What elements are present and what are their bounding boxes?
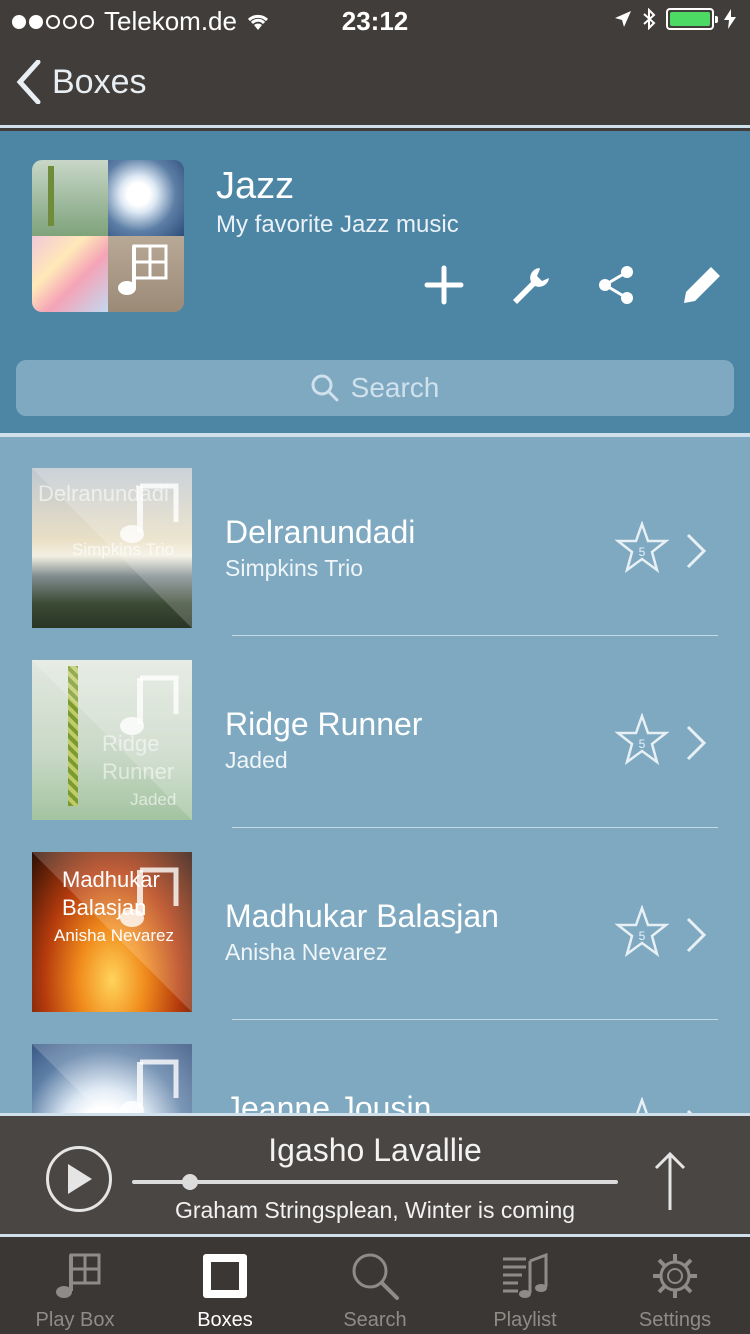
search-icon bbox=[311, 374, 339, 402]
back-button[interactable]: Boxes bbox=[16, 60, 147, 104]
charging-bolt-icon bbox=[724, 9, 736, 29]
search-field[interactable]: Search bbox=[16, 360, 734, 416]
tab-playlist[interactable]: Playlist bbox=[450, 1237, 600, 1334]
playback-progress-slider[interactable] bbox=[132, 1174, 618, 1190]
cover-tile bbox=[108, 160, 184, 236]
album-title: Jeanne Jousin bbox=[225, 1090, 432, 1113]
album-artist: Simpkins Trio bbox=[225, 555, 364, 581]
settings-icon bbox=[653, 1254, 697, 1298]
tab-settings[interactable]: Settings bbox=[600, 1237, 750, 1334]
album-artist: Anisha Nevarez bbox=[225, 939, 388, 965]
play-box-icon bbox=[56, 1253, 101, 1298]
settings-wrench-button[interactable] bbox=[506, 261, 554, 309]
tab-label: Search bbox=[343, 1309, 407, 1331]
album-row[interactable]: Delranundadi Simpkins Trio Delranundadi … bbox=[0, 437, 750, 636]
album-list[interactable]: Delranundadi Simpkins Trio Delranundadi … bbox=[0, 437, 750, 1113]
album-title: Delranundadi bbox=[225, 514, 416, 550]
expand-player-arrow-icon[interactable] bbox=[652, 1150, 688, 1214]
album-title: Ridge Runner bbox=[225, 706, 423, 742]
progress-knob[interactable] bbox=[182, 1174, 199, 1190]
cover-tile bbox=[32, 236, 108, 312]
cover-tile bbox=[108, 236, 184, 312]
wrench-icon bbox=[513, 268, 549, 304]
pencil-icon bbox=[684, 267, 720, 303]
album-cover: Delranundadi Simpkins Trio bbox=[32, 468, 192, 628]
now-playing-title: Igasho Lavallie bbox=[268, 1132, 482, 1168]
music-note-icon bbox=[120, 1059, 179, 1113]
tab-bar: Play Box Boxes Search Playlist Settings bbox=[0, 1234, 750, 1334]
battery-icon bbox=[666, 8, 718, 30]
share-icon bbox=[599, 266, 633, 304]
plus-icon bbox=[424, 265, 464, 305]
playlist-icon bbox=[503, 1252, 548, 1298]
album-cover: Ridge Runner Jaded bbox=[32, 660, 192, 820]
rating-star-icon[interactable]: 5 bbox=[614, 905, 670, 959]
album-cover bbox=[32, 1044, 192, 1113]
tab-play-box[interactable]: Play Box bbox=[0, 1237, 150, 1334]
status-bar: Telekom.de 23:12 bbox=[0, 0, 750, 40]
search-placeholder: Search bbox=[350, 372, 440, 403]
edit-button[interactable] bbox=[678, 261, 726, 309]
tab-label: Boxes bbox=[197, 1309, 253, 1331]
rating-value: 5 bbox=[639, 929, 646, 943]
add-button[interactable] bbox=[420, 261, 468, 309]
rating-star-icon[interactable]: 5 bbox=[614, 713, 670, 767]
chevron-right-icon[interactable] bbox=[684, 531, 708, 571]
box-header: Jazz My favorite Jazz music Search bbox=[0, 131, 750, 433]
location-arrow-icon bbox=[615, 11, 631, 27]
rating-star-icon[interactable]: 5 bbox=[614, 521, 670, 575]
box-grid-icon bbox=[118, 244, 168, 295]
tab-label: Settings bbox=[638, 1309, 712, 1331]
chevron-right-icon[interactable] bbox=[684, 915, 708, 955]
music-note-icon bbox=[120, 675, 179, 735]
album-row[interactable]: Ridge Runner Jaded Ridge Runner Jaded 5 bbox=[0, 629, 750, 828]
box-subtitle: My favorite Jazz music bbox=[216, 211, 459, 238]
navigation-bar: Boxes bbox=[0, 40, 750, 128]
back-label: Boxes bbox=[52, 62, 147, 101]
chevron-left-icon bbox=[16, 60, 41, 104]
tab-label: Play Box bbox=[35, 1309, 115, 1331]
cover-tile bbox=[32, 160, 108, 236]
album-cover: Madhukar Balasjan Anisha Nevarez bbox=[32, 852, 192, 1012]
music-note-icon bbox=[120, 483, 179, 543]
tab-boxes[interactable]: Boxes bbox=[150, 1237, 300, 1334]
mini-player[interactable]: Igasho Lavallie Graham Stringsplean, Win… bbox=[0, 1113, 750, 1234]
rating-star-icon[interactable]: 5 bbox=[614, 1097, 670, 1113]
search-icon bbox=[352, 1253, 399, 1300]
album-row[interactable]: Madhukar Balasjan Anisha Nevarez Madhuka… bbox=[0, 821, 750, 1020]
cover-artist-text: Jaded bbox=[130, 790, 177, 809]
box-title: Jazz bbox=[216, 165, 295, 207]
chevron-right-icon[interactable] bbox=[684, 723, 708, 763]
bluetooth-icon bbox=[643, 8, 656, 30]
now-playing-subtitle: Graham Stringsplean, Winter is coming bbox=[174, 1197, 576, 1223]
share-button[interactable] bbox=[592, 261, 640, 309]
boxes-icon bbox=[203, 1254, 247, 1298]
status-right bbox=[614, 8, 736, 30]
rating-value: 5 bbox=[639, 545, 646, 559]
music-note-icon bbox=[120, 867, 179, 927]
rating-value: 5 bbox=[639, 737, 646, 751]
album-row[interactable]: Jeanne Jousin 5 bbox=[0, 1013, 750, 1113]
box-actions bbox=[420, 261, 726, 309]
tab-search[interactable]: Search bbox=[300, 1237, 450, 1334]
album-artist: Jaded bbox=[225, 747, 288, 773]
album-title: Madhukar Balasjan bbox=[225, 898, 499, 934]
tab-label: Playlist bbox=[493, 1309, 557, 1331]
box-cover-collage bbox=[32, 160, 184, 312]
